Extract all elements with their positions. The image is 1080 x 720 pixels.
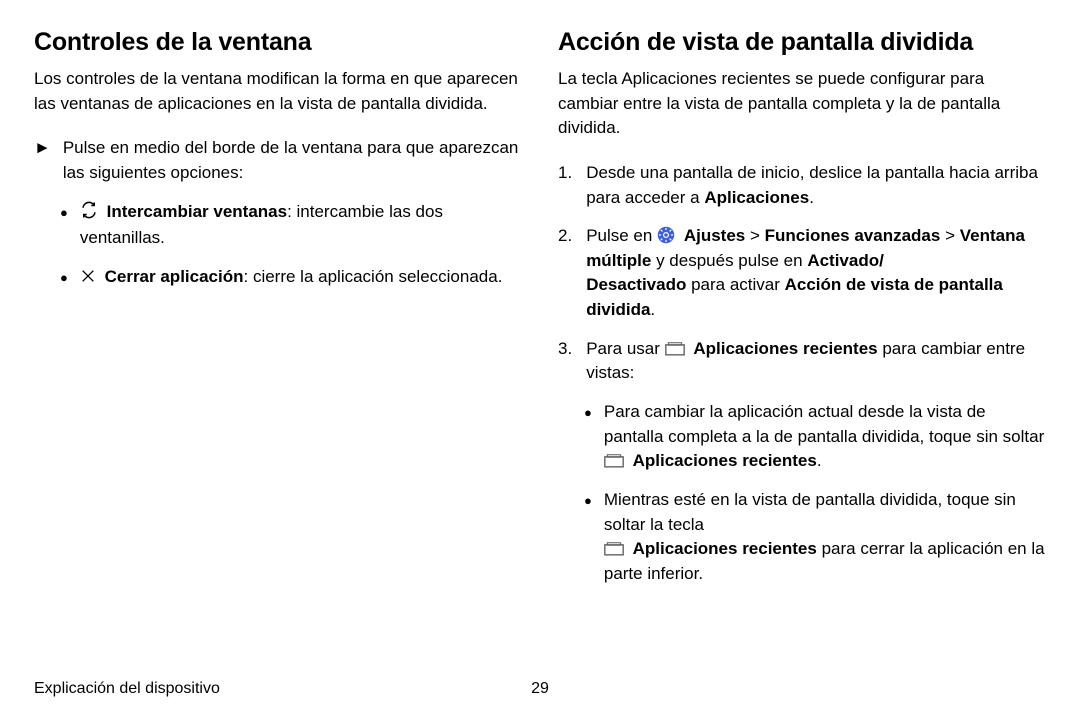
left-sublist: ● Intercambiar ventanas: intercambie las… [60, 200, 522, 292]
step-text: Desde una pantalla de inicio, deslice la… [586, 161, 1046, 210]
bullet-icon: ● [584, 488, 592, 587]
s2b: Ajustes [684, 226, 745, 245]
sub-bullet-1: ● Para cambiar la aplicación actual desd… [584, 400, 1046, 474]
settings-gear-icon [657, 226, 675, 244]
footer-section-title: Explicación del dispositivo [34, 680, 220, 698]
sub-item-swap: ● Intercambiar ventanas: intercambie las… [60, 200, 522, 251]
sub2-bold: Cerrar aplicación [105, 267, 244, 286]
sub-item-close: ● Cerrar aplicación: cierre la aplicació… [60, 265, 522, 292]
step-3: 3. Para usar Aplicaciones recientes para… [558, 337, 1046, 386]
sub-item-text: Intercambiar ventanas: intercambie las d… [80, 200, 522, 251]
s2h: Activado/ [807, 251, 884, 270]
recent-apps-icon [665, 339, 685, 353]
step-number: 2. [558, 224, 572, 323]
recent-apps-icon [604, 539, 624, 553]
left-heading: Controles de la ventana [34, 28, 522, 57]
page-footer: Explicación del dispositivo 29 [34, 680, 1046, 698]
sub1-bold: Intercambiar ventanas [107, 202, 287, 221]
sub-item-text: Cerrar aplicación: cierre la aplicación … [80, 265, 503, 292]
s1c: . [809, 188, 814, 207]
sub-bullet-text: Para cambiar la aplicación actual desde … [604, 400, 1046, 474]
left-instruction: ► Pulse en medio del borde de la ventana… [34, 136, 522, 185]
right-column: Acción de vista de pantalla dividida La … [558, 28, 1046, 601]
s1b: Aplicaciones [704, 188, 809, 207]
bullet-icon: ● [60, 265, 68, 292]
bullet-icon: ● [60, 200, 68, 251]
left-column: Controles de la ventana Los controles de… [34, 28, 522, 601]
s3a: Para usar [586, 339, 664, 358]
swap-windows-icon [80, 201, 98, 227]
s2g: y después pulse en [651, 251, 807, 270]
step-2: 2. Pulse en Ajustes > Funciones avanzada… [558, 224, 1046, 323]
s2i: para activar [686, 275, 784, 294]
right-lead: La tecla Aplicaciones recientes se puede… [558, 67, 1046, 141]
s2k: . [650, 300, 655, 319]
sub2-rest: : cierre la aplicación seleccionada. [244, 267, 503, 286]
sub-bullet-text: Mientras esté en la vista de pantalla di… [604, 488, 1046, 587]
footer-page-number: 29 [531, 680, 549, 698]
left-instruction-text: Pulse en medio del borde de la ventana p… [63, 136, 522, 185]
b1c: . [817, 451, 822, 470]
step-text: Para usar Aplicaciones recientes para ca… [586, 337, 1046, 386]
two-column-layout: Controles de la ventana Los controles de… [34, 28, 1046, 601]
step-text: Pulse en Ajustes > Funciones avanzadas >… [586, 224, 1046, 323]
s2d: Funciones avanzadas [765, 226, 941, 245]
s2a: Pulse en [586, 226, 657, 245]
right-heading: Acción de vista de pantalla dividida [558, 28, 1046, 57]
b1b: Aplicaciones recientes [633, 451, 817, 470]
b2b: Aplicaciones recientes [633, 539, 817, 558]
step-1: 1. Desde una pantalla de inicio, deslice… [558, 161, 1046, 210]
s2e: > [940, 226, 959, 245]
b2a: Mientras esté en la vista de pantalla di… [604, 490, 1016, 534]
right-sublist: ● Para cambiar la aplicación actual desd… [584, 400, 1046, 586]
s2c: > [745, 226, 764, 245]
recent-apps-icon [604, 451, 624, 465]
close-x-icon [80, 267, 96, 292]
bullet-icon: ● [584, 400, 592, 474]
s3b: Aplicaciones recientes [693, 339, 877, 358]
step-number: 1. [558, 161, 572, 210]
s2h2: Desactivado [586, 275, 686, 294]
left-lead: Los controles de la ventana modifican la… [34, 67, 522, 116]
step-number: 3. [558, 337, 572, 386]
arrow-marker-icon: ► [34, 136, 51, 185]
b1a: Para cambiar la aplicación actual desde … [604, 402, 1044, 446]
sub-bullet-2: ● Mientras esté en la vista de pantalla … [584, 488, 1046, 587]
